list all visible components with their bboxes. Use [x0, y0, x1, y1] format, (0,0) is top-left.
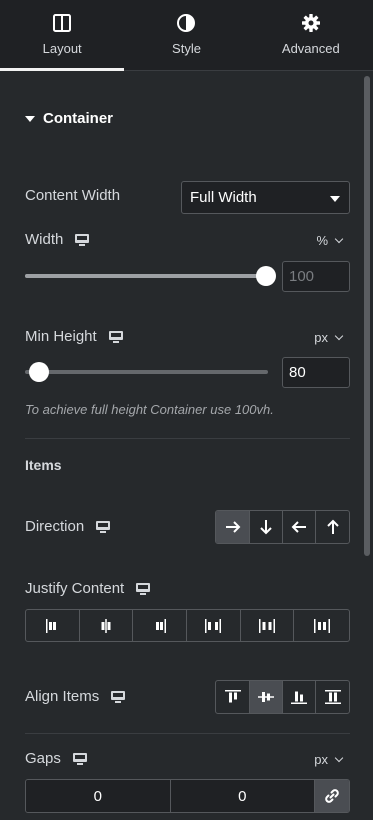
- justify-end-icon: [155, 618, 166, 633]
- label-text: Content Width: [25, 187, 121, 204]
- justify-space-evenly-icon: [313, 618, 330, 633]
- slider-handle[interactable]: [29, 362, 49, 382]
- width-unit-select[interactable]: %: [316, 233, 344, 248]
- arrow-right-icon: [225, 521, 240, 533]
- align-center-button[interactable]: [250, 681, 283, 713]
- divider: [25, 438, 350, 439]
- desktop-icon[interactable]: [136, 582, 151, 595]
- caret-down-icon: [330, 196, 340, 202]
- input-placeholder: 100: [289, 268, 315, 285]
- justify-space-evenly-button[interactable]: [294, 610, 349, 641]
- align-start-button[interactable]: [216, 681, 250, 713]
- content-width-select[interactable]: Full Width: [181, 181, 350, 214]
- label-text: Min Height: [25, 328, 97, 345]
- justify-space-between-button[interactable]: [187, 610, 241, 641]
- align-stretch-icon: [324, 690, 341, 704]
- link-icon: [325, 789, 339, 803]
- min-height-input[interactable]: 80: [282, 357, 350, 388]
- tab-label: Layout: [42, 41, 82, 56]
- align-end-icon: [291, 691, 307, 704]
- scrollbar[interactable]: [364, 76, 370, 556]
- slider-handle[interactable]: [256, 266, 276, 286]
- justify-start-icon: [46, 618, 57, 633]
- justify-end-button[interactable]: [133, 610, 188, 641]
- caret-down-icon: [25, 115, 35, 122]
- input-value: 80: [289, 364, 306, 381]
- width-label: Width: [25, 231, 90, 248]
- justify-content-label: Justify Content: [25, 580, 151, 597]
- tab-label: Style: [172, 41, 201, 56]
- justify-center-icon: [101, 618, 111, 633]
- direction-column-button[interactable]: [250, 511, 283, 543]
- direction-label: Direction: [25, 518, 111, 535]
- align-center-icon: [258, 692, 274, 702]
- section-header-container[interactable]: Container: [25, 110, 113, 127]
- justify-space-between-icon: [205, 618, 222, 633]
- label-text: Justify Content: [25, 580, 125, 597]
- items-heading: Items: [25, 457, 62, 473]
- desktop-icon[interactable]: [72, 752, 87, 765]
- input-value: 0: [93, 787, 102, 805]
- justify-space-around-icon: [259, 618, 276, 633]
- min-height-slider[interactable]: [25, 362, 268, 382]
- align-end-button[interactable]: [283, 681, 316, 713]
- direction-column-reverse-button[interactable]: [316, 511, 349, 543]
- label-text: Align Items: [25, 688, 100, 705]
- gap-column-input[interactable]: 0: [26, 780, 171, 812]
- tab-advanced[interactable]: Advanced: [249, 0, 373, 70]
- desktop-icon[interactable]: [111, 690, 126, 703]
- panel-tabs: Layout Style Advanced: [0, 0, 373, 71]
- justify-content-button-group: [25, 609, 350, 642]
- layout-columns-icon: [52, 13, 72, 33]
- direction-button-group: [215, 510, 350, 544]
- label-text: Gaps: [25, 750, 61, 767]
- align-stretch-button[interactable]: [316, 681, 349, 713]
- section-title: Container: [43, 110, 114, 127]
- min-height-unit-select[interactable]: px: [314, 330, 344, 345]
- gaps-label: Gaps: [25, 750, 87, 767]
- min-height-hint: To achieve full height Container use 100…: [25, 402, 274, 417]
- width-input[interactable]: 100: [282, 261, 350, 292]
- desktop-icon[interactable]: [108, 330, 123, 343]
- half-circle-icon: [176, 13, 196, 33]
- direction-row-button[interactable]: [216, 511, 250, 543]
- divider: [25, 733, 350, 734]
- min-height-label: Min Height: [25, 328, 123, 345]
- gap-row-input[interactable]: 0: [170, 780, 315, 812]
- direction-row-reverse-button[interactable]: [283, 511, 316, 543]
- slider-fill: [25, 274, 266, 278]
- tab-style[interactable]: Style: [124, 0, 248, 70]
- unit-value: px: [314, 752, 328, 767]
- chevron-down-icon: [334, 234, 344, 244]
- gaps-inputs: 0 0: [25, 779, 350, 813]
- justify-start-button[interactable]: [26, 610, 80, 641]
- desktop-icon[interactable]: [75, 233, 90, 246]
- justify-space-around-button[interactable]: [241, 610, 295, 641]
- align-items-button-group: [215, 680, 350, 714]
- content-width-label: Content Width: [25, 187, 120, 204]
- arrow-up-icon: [326, 519, 339, 534]
- unit-value: px: [314, 330, 328, 345]
- arrow-left-icon: [291, 521, 306, 533]
- input-value: 0: [238, 787, 247, 805]
- desktop-icon[interactable]: [96, 520, 111, 533]
- tab-layout[interactable]: Layout: [0, 0, 125, 71]
- align-items-label: Align Items: [25, 688, 126, 705]
- chevron-down-icon: [334, 753, 344, 763]
- justify-center-button[interactable]: [80, 610, 134, 641]
- select-value: Full Width: [190, 189, 257, 206]
- arrow-down-icon: [260, 520, 272, 535]
- align-start-icon: [224, 690, 241, 703]
- unit-value: %: [316, 233, 328, 248]
- tab-label: Advanced: [281, 41, 340, 56]
- label-text: Width: [25, 231, 64, 248]
- chevron-down-icon: [334, 331, 344, 341]
- gear-icon: [301, 13, 321, 33]
- link-values-button[interactable]: [315, 780, 349, 812]
- gaps-unit-select[interactable]: px: [314, 752, 344, 767]
- width-slider[interactable]: [25, 266, 276, 286]
- label-text: Direction: [25, 518, 85, 535]
